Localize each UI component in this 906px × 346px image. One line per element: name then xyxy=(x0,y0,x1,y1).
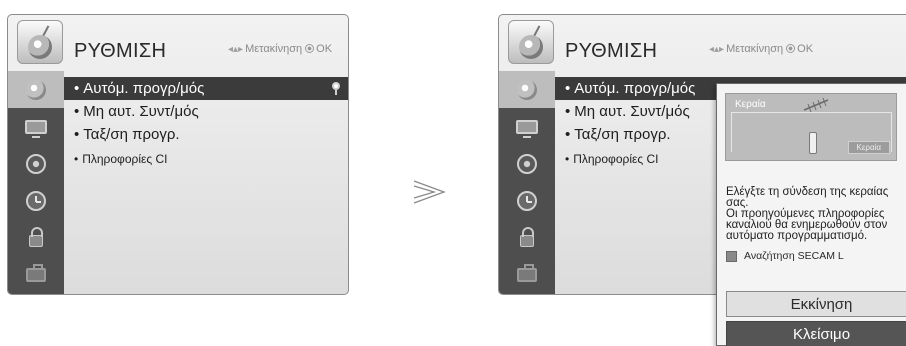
lock-icon xyxy=(520,226,534,247)
lock-icon xyxy=(29,226,43,247)
move-hint-label: Μετακίνηση xyxy=(245,43,303,55)
audio-speaker-icon xyxy=(26,153,46,174)
sidebar-item-lock[interactable] xyxy=(499,219,555,256)
menu-title: ΡΥΘΜΙΣΗ xyxy=(74,40,167,62)
sidebar-item-time[interactable] xyxy=(499,182,555,219)
menu-header: ΡΥΘΜΙΣΗ ◂▴▸ Μετακίνηση OK xyxy=(499,15,906,71)
close-button[interactable]: Κλείσιμο xyxy=(726,321,906,346)
ok-hint-label: OK xyxy=(797,43,814,55)
sidebar-item-option[interactable] xyxy=(8,256,64,293)
menu-item-label: Μη αυτ. Συντ/μός xyxy=(83,103,199,120)
antenna-icon xyxy=(803,97,829,113)
menu-item-label: Πληροφορίες CI xyxy=(573,152,659,166)
sidebar-item-setup[interactable] xyxy=(8,71,64,108)
ok-button-icon xyxy=(786,44,796,53)
setup-disc-icon xyxy=(26,79,46,100)
menu-item-label: Ταξ/ση προγρ. xyxy=(574,126,671,143)
sidebar-item-time[interactable] xyxy=(8,182,64,219)
move-arrows-icon: ◂▴▸ xyxy=(228,44,244,55)
menu-item-label: Πληροφορίες CI xyxy=(82,152,168,166)
setup-menu-before: ΡΥΘΜΙΣΗ ◂▴▸ Μετακίνηση OK • Αυτόμ. προγρ/μό… xyxy=(7,14,349,295)
secam-l-label: Αναζήτηση SECAM L xyxy=(744,250,844,262)
picture-tv-icon xyxy=(25,119,47,138)
option-case-icon xyxy=(26,263,46,282)
menu-title: ΡΥΘΜΙΣΗ xyxy=(565,40,658,62)
navigation-hint: ◂▴▸ Μετακίνηση OK xyxy=(228,43,332,55)
time-clock-icon xyxy=(517,190,537,211)
menu-item-label: Μη αυτ. Συντ/μός xyxy=(574,103,690,120)
navigation-hint: ◂▴▸ Μετακίνηση OK xyxy=(709,43,813,55)
antenna-label: Κεραία xyxy=(735,99,766,110)
menu-item-label: Ταξ/ση προγρ. xyxy=(83,126,180,143)
tv-antenna-input-label: Κεραία xyxy=(847,141,890,154)
setup-disc-icon xyxy=(517,79,537,100)
menu-item-label: Αυτόμ. προγρ/μός xyxy=(574,80,696,97)
antenna-plug-icon xyxy=(809,132,817,154)
audio-speaker-icon xyxy=(517,153,537,174)
setup-satellite-icon xyxy=(508,20,554,64)
sidebar-item-option[interactable] xyxy=(499,256,555,293)
menu-header: ΡΥΘΜΙΣΗ ◂▴▸ Μετακίνηση OK xyxy=(8,15,348,71)
next-step-arrow-icon xyxy=(413,180,446,204)
menu-item-label: Αυτόμ. προγρ/μός xyxy=(83,80,205,97)
auto-tuning-dialog: Κεραία Κεραία Ελέγξτε τη σύνδεση της κερ… xyxy=(716,83,906,346)
menu-item-ci-info[interactable]: • Πληροφορίες CI xyxy=(64,148,348,171)
sidebar-item-picture[interactable] xyxy=(8,108,64,145)
selection-pointer-icon xyxy=(332,82,340,95)
setup-satellite-icon xyxy=(17,20,63,64)
secam-l-checkbox[interactable] xyxy=(726,250,737,262)
sidebar-item-audio[interactable] xyxy=(8,145,64,182)
setup-menu-list: • Αυτόμ. προγρ/μός • Μη αυτ. Συντ/μός • Ταξ… xyxy=(64,71,348,294)
category-sidebar xyxy=(8,71,64,294)
menu-item-auto-tuning[interactable]: • Αυτόμ. προγρ/μός xyxy=(64,77,348,100)
antenna-connection-diagram: Κεραία Κεραία xyxy=(725,93,897,161)
antenna-check-message: Ελέγξτε τη σύνδεση της κεραίας σας. Οι π… xyxy=(726,186,889,242)
time-clock-icon xyxy=(26,190,46,211)
start-button[interactable]: Εκκίνηση xyxy=(726,291,906,317)
picture-tv-icon xyxy=(516,119,538,138)
category-sidebar xyxy=(499,71,555,294)
menu-item-manual-tuning[interactable]: • Μη αυτ. Συντ/μός xyxy=(64,100,348,123)
secam-l-search-option[interactable]: Αναζήτηση SECAM L xyxy=(726,250,844,262)
option-case-icon xyxy=(517,263,537,282)
ok-hint-label: OK xyxy=(316,43,333,55)
move-arrows-icon: ◂▴▸ xyxy=(709,44,725,55)
sidebar-item-audio[interactable] xyxy=(499,145,555,182)
sidebar-item-setup[interactable] xyxy=(499,71,555,108)
ok-button-icon xyxy=(305,44,315,53)
menu-item-program-edit[interactable]: • Ταξ/ση προγρ. xyxy=(64,123,348,146)
move-hint-label: Μετακίνηση xyxy=(726,43,784,55)
sidebar-item-lock[interactable] xyxy=(8,219,64,256)
sidebar-item-picture[interactable] xyxy=(499,108,555,145)
